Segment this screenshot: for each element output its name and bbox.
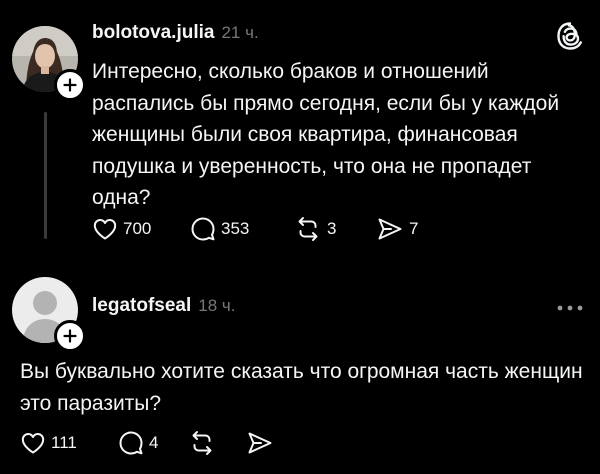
post-text: Вы буквально хотите сказать что огромная… bbox=[20, 360, 583, 415]
repost-button[interactable]: 3 bbox=[294, 216, 376, 242]
repost-icon bbox=[298, 217, 318, 241]
plus-icon bbox=[63, 78, 77, 92]
speech-bubble-icon bbox=[191, 217, 215, 241]
username[interactable]: bolotova.julia bbox=[92, 22, 214, 44]
like-count: 111 bbox=[51, 433, 77, 452]
post-header: bolotova.julia 21 ч. bbox=[92, 22, 259, 44]
post-header: legatofseal 18 ч. bbox=[92, 295, 235, 317]
like-button[interactable]: 700 bbox=[92, 216, 190, 242]
speech-bubble-icon bbox=[119, 431, 143, 455]
reply-count: 4 bbox=[149, 433, 159, 452]
post-actions: 700 353 3 7 bbox=[92, 214, 418, 244]
send-icon bbox=[248, 432, 272, 454]
post-actions: 111 4 bbox=[20, 428, 274, 458]
reply-count: 353 bbox=[221, 219, 250, 238]
follow-button[interactable] bbox=[54, 320, 86, 352]
more-horizontal-icon[interactable] bbox=[556, 304, 584, 312]
avatar-container[interactable] bbox=[12, 277, 86, 352]
heart-icon bbox=[93, 219, 117, 240]
repost-icon bbox=[192, 431, 212, 455]
reply-post: legatofseal 18 ч. Вы буквально хотите ск… bbox=[0, 270, 600, 474]
avatar-container[interactable] bbox=[12, 26, 86, 101]
follow-button[interactable] bbox=[54, 69, 86, 101]
username[interactable]: legatofseal bbox=[92, 295, 191, 317]
like-count: 700 bbox=[123, 219, 152, 238]
share-button[interactable]: 7 bbox=[376, 216, 418, 242]
repost-count: 3 bbox=[327, 219, 337, 238]
reply-button[interactable]: 353 bbox=[190, 216, 294, 242]
timestamp[interactable]: 21 ч. bbox=[221, 23, 258, 43]
thread-post: bolotova.julia 21 ч. Интересно, сколько … bbox=[0, 0, 600, 262]
thread-line bbox=[44, 112, 47, 239]
heart-icon bbox=[21, 433, 45, 454]
reply-button[interactable]: 4 bbox=[118, 430, 188, 456]
timestamp[interactable]: 18 ч. bbox=[198, 296, 235, 316]
share-button[interactable] bbox=[246, 430, 274, 456]
threads-logo-icon[interactable] bbox=[554, 20, 586, 52]
post-text: Интересно, сколько браков и отношений ра… bbox=[92, 60, 560, 209]
send-icon bbox=[378, 218, 402, 240]
repost-button[interactable] bbox=[188, 430, 246, 456]
share-count: 7 bbox=[409, 219, 419, 238]
plus-icon bbox=[63, 329, 77, 343]
like-button[interactable]: 111 bbox=[20, 430, 118, 456]
